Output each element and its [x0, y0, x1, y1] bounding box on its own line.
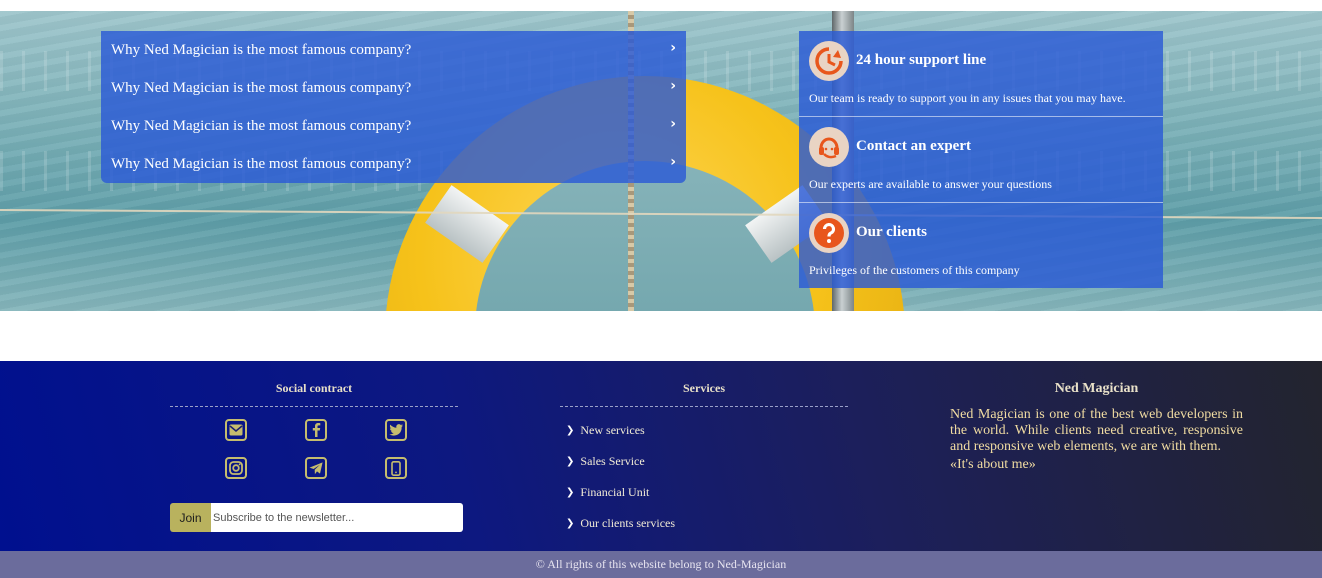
site-footer: Social contract Join Services ❯ New serv… — [0, 361, 1322, 551]
chevron-right-icon: › — [670, 116, 676, 132]
support-title: 24 hour support line — [856, 52, 987, 68]
faq-question: Why Ned Magician is the most famous comp… — [111, 79, 412, 96]
faq-question: Why Ned Magician is the most famous comp… — [111, 41, 412, 58]
support-item-expert[interactable]: Contact an expert Our experts are availa… — [799, 117, 1163, 203]
service-link-sales[interactable]: ❯ Sales Service — [566, 454, 645, 469]
instagram-icon[interactable] — [225, 457, 247, 479]
telegram-icon[interactable] — [305, 457, 327, 479]
chevron-right-icon: ❯ — [566, 487, 575, 498]
faq-item[interactable]: Why Ned Magician is the most famous comp… — [101, 107, 686, 145]
copyright-bar: © All rights of this website belong to N… — [0, 551, 1322, 578]
about-heading: Ned Magician — [1054, 381, 1139, 396]
envelope-icon[interactable] — [225, 419, 247, 441]
chevron-right-icon: ❯ — [566, 456, 575, 467]
question-icon — [809, 213, 849, 253]
social-heading: Social contract — [275, 381, 353, 395]
facebook-icon[interactable] — [305, 419, 327, 441]
hero-banner: Why Ned Magician is the most famous comp… — [0, 11, 1322, 311]
faq-question: Why Ned Magician is the most famous comp… — [111, 117, 412, 134]
clock-icon — [809, 41, 849, 81]
chevron-right-icon: ❯ — [566, 518, 575, 529]
faq-item[interactable]: Why Ned Magician is the most famous comp… — [101, 31, 686, 69]
divider — [170, 406, 458, 407]
support-title: Our clients — [856, 224, 927, 240]
service-link-label: Our clients services — [580, 516, 676, 530]
support-panel: 24 hour support line Our team is ready t… — [799, 31, 1163, 288]
about-text: Ned Magician is one of the best web deve… — [950, 407, 1243, 454]
twitter-icon[interactable] — [385, 419, 407, 441]
services-heading: Services — [683, 381, 725, 395]
service-link-financial[interactable]: ❯ Financial Unit — [566, 485, 649, 500]
service-link-label: New services — [580, 423, 645, 437]
divider — [560, 406, 848, 407]
faq-question: Why Ned Magician is the most famous comp… — [111, 155, 412, 172]
about-me-link[interactable]: «It's about me» — [950, 457, 1036, 473]
service-link-clients[interactable]: ❯ Our clients services — [566, 516, 675, 531]
chevron-right-icon: › — [670, 40, 676, 56]
support-description: Our team is ready to support you in any … — [809, 91, 1126, 105]
faq-item[interactable]: Why Ned Magician is the most famous comp… — [101, 145, 686, 183]
faq-item[interactable]: Why Ned Magician is the most famous comp… — [101, 69, 686, 107]
support-title: Contact an expert — [856, 138, 971, 154]
faq-accordion: Why Ned Magician is the most famous comp… — [101, 31, 686, 183]
chevron-right-icon: › — [670, 154, 676, 170]
newsletter-form: Join — [170, 503, 463, 532]
mobile-icon[interactable] — [385, 457, 407, 479]
chevron-right-icon: ❯ — [566, 425, 575, 436]
service-link-new[interactable]: ❯ New services — [566, 423, 645, 438]
service-link-label: Sales Service — [580, 454, 645, 468]
chevron-right-icon: › — [670, 78, 676, 94]
support-description: Our experts are available to answer your… — [809, 177, 1052, 191]
support-item-clients[interactable]: Our clients Privileges of the customers … — [799, 203, 1163, 289]
support-item-24h[interactable]: 24 hour support line Our team is ready t… — [799, 31, 1163, 117]
join-button[interactable]: Join — [170, 503, 211, 532]
newsletter-input[interactable] — [211, 503, 463, 532]
service-link-label: Financial Unit — [580, 485, 650, 499]
support-description: Privileges of the customers of this comp… — [809, 263, 1020, 277]
headset-icon — [809, 127, 849, 167]
